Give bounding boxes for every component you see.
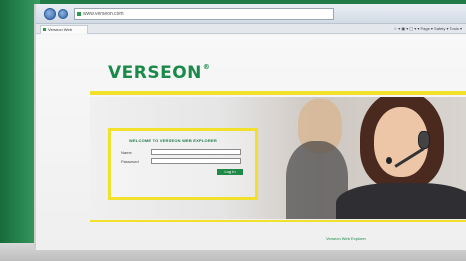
browser-window: www.verseon.com Verseon Web Explorer ☆ ▾… <box>34 4 466 250</box>
yellow-divider-top <box>90 91 466 95</box>
site-favicon-icon <box>77 12 81 16</box>
footer-link[interactable]: Verseon Web Explorer <box>326 236 366 241</box>
address-bar[interactable]: www.verseon.com <box>74 8 334 20</box>
yellow-divider-bottom <box>90 220 466 222</box>
password-label: Password <box>121 159 139 164</box>
address-url: www.verseon.com <box>83 11 124 17</box>
command-bar[interactable]: ☆ ▾ ▣ ▾ ▢ ▾ ▾ Page ▾ Safety ▾ Tools ▾ <box>394 26 462 31</box>
verseon-logo[interactable]: VERSEON® <box>108 63 210 83</box>
logo-text: VERSEON <box>108 63 202 83</box>
tab-favicon-icon <box>43 28 46 31</box>
registered-mark: ® <box>202 63 211 71</box>
username-label: Name <box>121 150 132 155</box>
headset-icon <box>418 131 430 149</box>
tab-bar: Verseon Web Explorer ☆ ▾ ▣ ▾ ▢ ▾ ▾ Page … <box>36 24 466 40</box>
login-button[interactable]: Log In <box>217 169 243 175</box>
login-heading: WELCOME TO VERSEON WEB EXPLORER <box>129 138 217 143</box>
username-input[interactable] <box>151 149 241 155</box>
microphone-icon <box>386 157 392 164</box>
login-panel: WELCOME TO VERSEON WEB EXPLORER Name Pas… <box>108 128 258 200</box>
password-input[interactable] <box>151 158 241 164</box>
browser-titlebar: www.verseon.com <box>36 4 466 24</box>
agent-body <box>336 183 466 219</box>
tab-verseon[interactable]: Verseon Web Explorer <box>40 25 88 40</box>
forward-button[interactable] <box>58 9 68 19</box>
back-button[interactable] <box>44 8 56 20</box>
web-page: VERSEON® WELCOME TO VERSEON WEB EXPLORER… <box>36 35 466 250</box>
